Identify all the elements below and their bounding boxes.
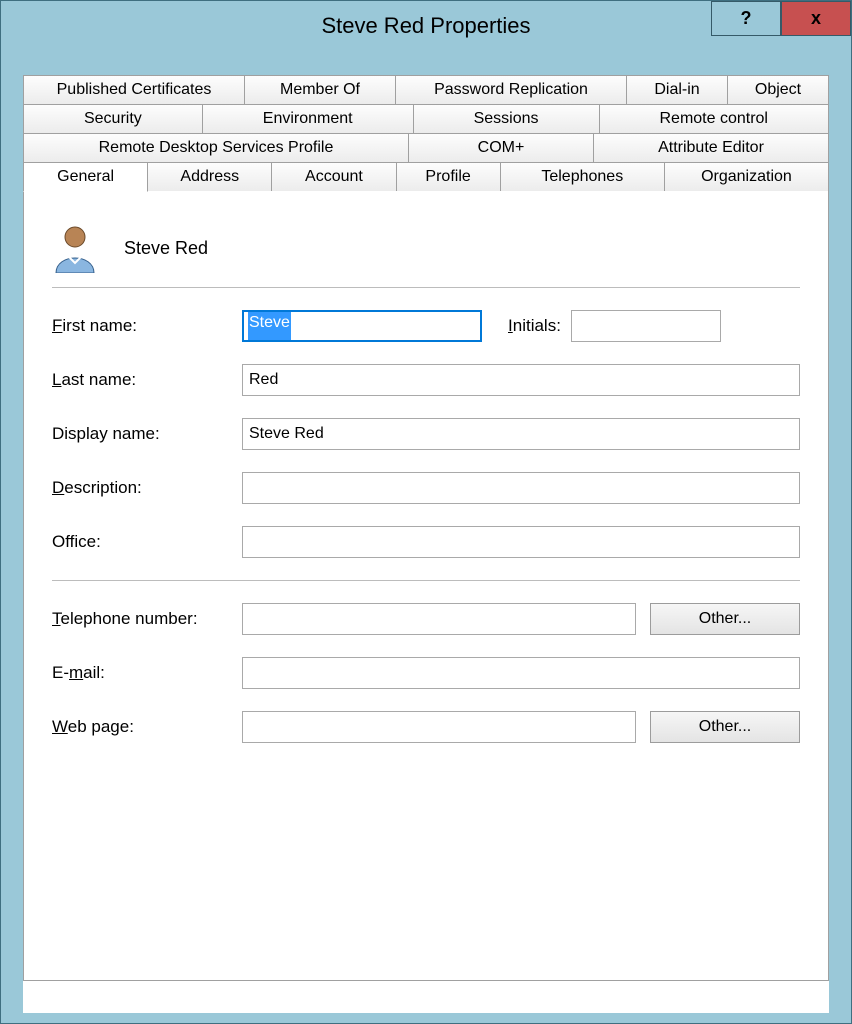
row-description: Description:	[52, 472, 800, 504]
tab-general[interactable]: General	[23, 162, 148, 192]
label-first-name: First name:	[52, 316, 242, 336]
tab-dial-in[interactable]: Dial-in	[626, 75, 728, 105]
label-email: E-mail:	[52, 663, 242, 683]
tab-published-certificates[interactable]: Published Certificates	[23, 75, 245, 105]
label-webpage: Web page:	[52, 717, 242, 737]
window-title: Steve Red Properties	[321, 13, 530, 39]
tab-security[interactable]: Security	[23, 104, 203, 134]
header-row: Steve Red	[52, 223, 800, 273]
last-name-input[interactable]	[242, 364, 800, 396]
title-buttons: ? x	[711, 1, 851, 36]
header-display-name: Steve Red	[124, 238, 208, 259]
row-office: Office:	[52, 526, 800, 558]
tab-row-3: Remote Desktop Services Profile COM+ Att…	[23, 134, 829, 163]
help-button[interactable]: ?	[711, 1, 781, 36]
row-webpage: Web page: Other...	[52, 711, 800, 743]
display-name-input[interactable]	[242, 418, 800, 450]
row-telephone: Telephone number: Other...	[52, 603, 800, 635]
description-input[interactable]	[242, 472, 800, 504]
row-first-name: First name: Steve Initials:	[52, 310, 800, 342]
first-name-input[interactable]: Steve	[242, 310, 482, 342]
tab-password-replication[interactable]: Password Replication	[395, 75, 627, 105]
label-description: Description:	[52, 478, 242, 498]
label-initials: Initials:	[508, 316, 561, 336]
tab-organization[interactable]: Organization	[664, 162, 829, 192]
tab-sessions[interactable]: Sessions	[413, 104, 600, 134]
window-frame: Steve Red Properties ? x Published Certi…	[0, 0, 852, 1024]
user-icon	[52, 223, 98, 273]
webpage-other-button[interactable]: Other...	[650, 711, 800, 743]
divider-middle	[52, 580, 800, 581]
tab-object[interactable]: Object	[727, 75, 829, 105]
tab-telephones[interactable]: Telephones	[500, 162, 665, 192]
row-email: E-mail:	[52, 657, 800, 689]
tab-row-2: Security Environment Sessions Remote con…	[23, 105, 829, 134]
telephone-input[interactable]	[242, 603, 636, 635]
tab-remote-control[interactable]: Remote control	[599, 104, 829, 134]
label-display-name: Display name:	[52, 424, 242, 444]
office-input[interactable]	[242, 526, 800, 558]
close-button[interactable]: x	[781, 1, 851, 36]
tab-attribute-editor[interactable]: Attribute Editor	[593, 133, 829, 163]
tab-member-of[interactable]: Member Of	[244, 75, 396, 105]
tab-row-4: General Address Account Profile Telephon…	[23, 163, 829, 192]
email-input[interactable]	[242, 657, 800, 689]
tab-com-plus[interactable]: COM+	[408, 133, 594, 163]
tab-rds-profile[interactable]: Remote Desktop Services Profile	[23, 133, 409, 163]
tab-environment[interactable]: Environment	[202, 104, 414, 134]
tab-account[interactable]: Account	[271, 162, 396, 192]
row-last-name: Last name:	[52, 364, 800, 396]
tab-address[interactable]: Address	[147, 162, 272, 192]
label-office: Office:	[52, 532, 242, 552]
initials-input[interactable]	[571, 310, 721, 342]
divider-top	[52, 287, 800, 288]
first-name-value: Steve	[248, 312, 291, 340]
telephone-other-button[interactable]: Other...	[650, 603, 800, 635]
tabstrip: Published Certificates Member Of Passwor…	[23, 75, 829, 192]
row-display-name: Display name:	[52, 418, 800, 450]
titlebar: Steve Red Properties ? x	[1, 1, 851, 51]
label-telephone: Telephone number:	[52, 609, 242, 629]
general-panel: Steve Red First name: Steve Initials: La…	[23, 191, 829, 981]
tab-row-1: Published Certificates Member Of Passwor…	[23, 75, 829, 105]
webpage-input[interactable]	[242, 711, 636, 743]
tab-profile[interactable]: Profile	[396, 162, 501, 192]
label-last-name: Last name:	[52, 370, 242, 390]
content-area: Published Certificates Member Of Passwor…	[23, 75, 829, 1013]
